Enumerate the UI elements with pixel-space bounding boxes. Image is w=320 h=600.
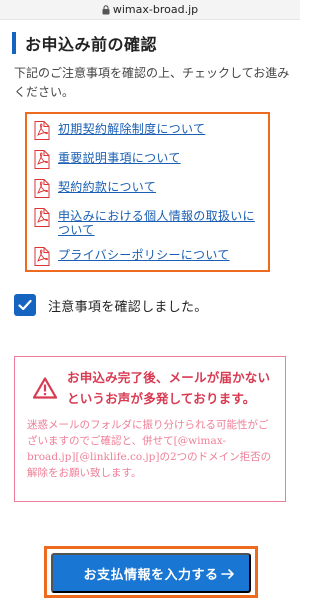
documents-box: 初期契約解除制度について 重要説明事項について 契約約款について 申込みにおける… <box>25 112 270 272</box>
title-accent-bar <box>12 32 16 54</box>
confirm-label: 注意事項を確認しました。 <box>48 299 208 315</box>
browser-url-bar[interactable]: wimax-broad.jp <box>0 0 300 20</box>
warning-triangle-icon <box>33 377 57 399</box>
proceed-to-payment-button[interactable]: お支払情報を入力する <box>51 553 251 593</box>
cta-label: お支払情報を入力する <box>83 566 219 582</box>
page-header: お申込み前の確認 <box>12 30 292 56</box>
url-text: wimax-broad.jp <box>112 3 199 16</box>
document-link[interactable]: 契約約款について <box>58 180 156 194</box>
checkmark-icon <box>18 299 32 311</box>
pdf-icon <box>34 247 50 266</box>
document-item[interactable]: 契約約款について <box>33 179 262 198</box>
document-link[interactable]: プライバシーポリシーについて <box>58 248 230 262</box>
pdf-icon <box>34 179 50 198</box>
document-item[interactable]: 申込みにおける個人情報の取扱いについて <box>33 208 262 237</box>
document-link[interactable]: 初期契約解除制度について <box>58 122 205 136</box>
confirm-checkbox[interactable] <box>14 294 36 316</box>
intro-text: 下記のご注意事項を確認の上、チェックしてお進みください。 <box>14 66 290 99</box>
document-item[interactable]: 初期契約解除制度について <box>33 121 262 140</box>
warning-title: お申込み完了後、メールが届かないというお声が多発しております。 <box>67 370 271 406</box>
pdf-icon <box>34 208 50 227</box>
document-item[interactable]: プライバシーポリシーについて <box>33 247 262 266</box>
lock-icon <box>102 4 110 14</box>
document-link[interactable]: 申込みにおける個人情報の取扱いについて <box>58 209 262 237</box>
pdf-icon <box>34 150 50 169</box>
warning-box: お申込み完了後、メールが届かないというお声が多発しております。 迷惑メールのフォ… <box>14 356 286 502</box>
confirm-row[interactable]: 注意事項を確認しました。 <box>14 292 290 318</box>
warning-body: 迷惑メールのフォルダに振り分けられる可能性がございますのでご確認と、併せて[@w… <box>27 419 272 479</box>
arrow-right-icon <box>221 569 234 579</box>
warning-header: お申込み完了後、メールが届かないというお声が多発しております。 <box>25 367 275 409</box>
document-link[interactable]: 重要説明事項について <box>58 151 181 165</box>
document-item[interactable]: 重要説明事項について <box>33 150 262 169</box>
pdf-icon <box>34 121 50 140</box>
page-title: お申込み前の確認 <box>25 35 158 54</box>
